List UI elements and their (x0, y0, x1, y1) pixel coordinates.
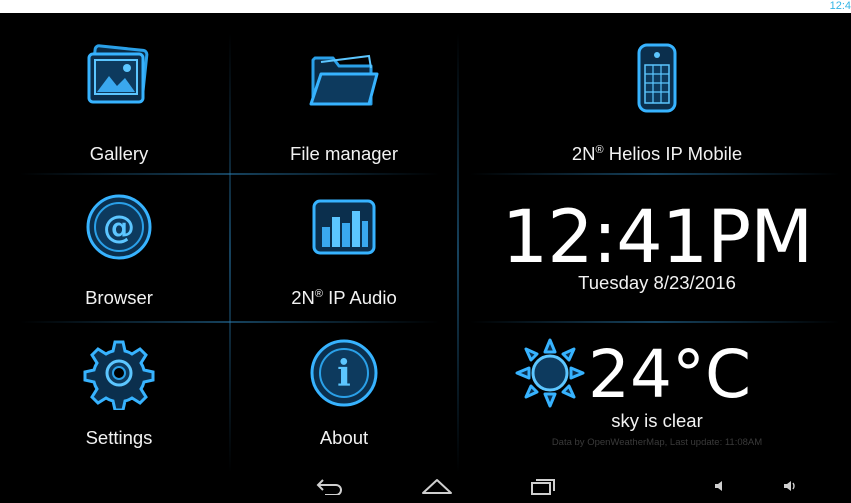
weather-description: sky is clear (611, 410, 703, 431)
app-ip-audio-label: 2N® IP Audio (291, 287, 397, 309)
app-gallery[interactable]: Gallery (14, 41, 224, 165)
weather-temperature: 24°C (588, 336, 752, 413)
app-about-label: About (319, 427, 369, 448)
brand-name: 2N (291, 287, 315, 308)
launcher-screen: Gallery File manager 2N® Helios IP Mobil… (0, 13, 851, 503)
clock-time: 12:41PM (501, 195, 813, 280)
gear-icon (81, 335, 157, 411)
svg-text:i: i (337, 353, 351, 395)
recent-apps-icon (531, 479, 555, 495)
app-settings[interactable]: Settings (14, 335, 224, 449)
recent-apps-button[interactable] (518, 469, 568, 503)
grid-divider (470, 173, 840, 175)
app-name: Helios IP Mobile (608, 143, 743, 164)
equalizer-icon (306, 189, 382, 265)
at-sign-icon: @ (81, 189, 157, 265)
app-file-manager-label: File manager (290, 143, 398, 164)
app-helios-ip-mobile-label: 2N® Helios IP Mobile (572, 143, 742, 165)
app-name: IP Audio (328, 287, 397, 308)
app-settings-label: Settings (85, 427, 153, 448)
grid-divider (470, 321, 840, 323)
volume-down-icon (715, 481, 722, 491)
app-browser[interactable]: @ Browser (14, 189, 224, 309)
grid-divider (20, 321, 440, 323)
gallery-icon (81, 41, 157, 117)
brand-name: 2N (571, 143, 596, 164)
registered-mark: ® (314, 287, 324, 300)
status-time: 12:4 (829, 0, 851, 12)
app-helios-ip-mobile[interactable]: 2N® Helios IP Mobile (463, 41, 851, 165)
app-gallery-label: Gallery (89, 143, 149, 164)
app-ip-audio[interactable]: 2N® IP Audio (230, 189, 458, 309)
app-browser-label: Browser (85, 287, 153, 308)
svg-text:@: @ (103, 208, 135, 246)
intercom-icon (619, 41, 695, 117)
volume-down-button[interactable] (705, 469, 735, 503)
navigation-bar (0, 469, 851, 503)
back-button[interactable] (305, 469, 355, 503)
home-button[interactable] (412, 469, 462, 503)
app-about[interactable]: i About (230, 335, 458, 449)
grid-divider (20, 173, 440, 175)
back-icon (316, 479, 342, 495)
registered-mark: ® (595, 143, 604, 156)
folder-icon (306, 41, 382, 117)
volume-up-icon (784, 481, 795, 491)
info-icon: i (306, 335, 382, 411)
clock-date: Tuesday 8/23/2016 (578, 272, 736, 293)
status-bar: 12:4 (0, 0, 851, 14)
app-file-manager[interactable]: File manager (230, 41, 458, 165)
sun-icon (515, 338, 585, 408)
home-icon (422, 479, 452, 494)
weather-source: Data by OpenWeatherMap, Last update: 11:… (551, 437, 763, 448)
volume-up-button[interactable] (775, 469, 805, 503)
